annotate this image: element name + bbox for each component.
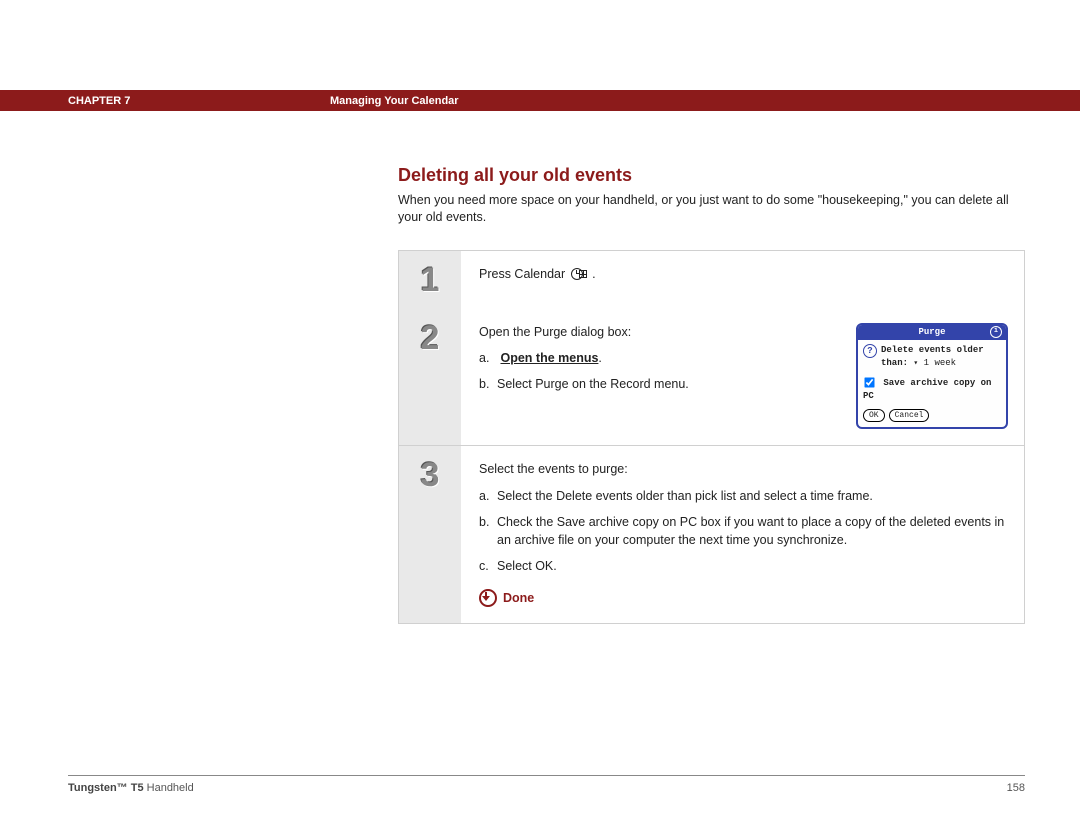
step2-lead: Open the Purge dialog box:: [479, 323, 826, 341]
chapter-header: CHAPTER 7 Managing Your Calendar: [0, 90, 1080, 111]
done-label: Done: [503, 589, 534, 607]
done-arrow-icon: [479, 589, 497, 607]
step2-a-letter: a.: [479, 349, 497, 367]
purge-ok-button: OK: [863, 409, 885, 423]
done-indicator: Done: [479, 589, 1008, 607]
save-archive-checkbox: [864, 377, 874, 387]
step3-a-text: Select the Delete events older than pick…: [497, 487, 1008, 505]
step2-b-text: Select Purge on the Record menu.: [497, 375, 826, 393]
purge-dialog-screenshot: Purge i ? Delete events older than:: [856, 323, 1008, 430]
info-icon: i: [990, 326, 1002, 338]
open-the-menus-link[interactable]: Open the menus: [500, 351, 598, 365]
step3-c-text: Select OK.: [497, 557, 1008, 575]
purge-dialog-title: Purge: [918, 327, 945, 337]
save-archive-label: Save archive copy on PC: [863, 378, 991, 401]
question-icon: ?: [863, 344, 877, 358]
step2-a-period: .: [598, 351, 601, 365]
page-footer: Tungsten™ T5 Handheld 158: [68, 775, 1025, 794]
step-number-2: 2: [399, 321, 461, 355]
step1-text-post: .: [592, 267, 595, 281]
purge-line1a: Delete events older: [881, 344, 984, 357]
purge-dropdown-value: 1 week: [924, 358, 956, 368]
step-row-1: 1 Press Calendar .: [399, 250, 1025, 309]
section-intro: When you need more space on your handhel…: [398, 192, 1025, 226]
step3-b-letter: b.: [479, 513, 497, 549]
calendar-icon: [571, 267, 587, 281]
steps-table: 1 Press Calendar . 2 Open the Purge dial…: [398, 250, 1025, 624]
step3-b-text: Check the Save archive copy on PC box if…: [497, 513, 1008, 549]
purge-cancel-button: Cancel: [889, 409, 930, 423]
dropdown-icon: ▾: [913, 359, 918, 368]
footer-product-bold: Tungsten™ T5: [68, 782, 144, 794]
step3-c-letter: c.: [479, 557, 497, 575]
page-number: 158: [1007, 782, 1025, 794]
purge-line1b: than:: [881, 358, 908, 368]
step2-b-letter: b.: [479, 375, 497, 393]
chapter-title: Managing Your Calendar: [330, 95, 1080, 107]
footer-product-rest: Handheld: [144, 782, 194, 794]
step-number-3: 3: [399, 458, 461, 492]
step3-lead: Select the events to purge:: [479, 460, 1008, 478]
chapter-label: CHAPTER 7: [0, 95, 330, 107]
step3-a-letter: a.: [479, 487, 497, 505]
step1-text-pre: Press Calendar: [479, 267, 569, 281]
step-row-3: 3 Select the events to purge: a. Select …: [399, 446, 1025, 624]
step-row-2: 2 Open the Purge dialog box: a. Open the…: [399, 309, 1025, 446]
step-number-1: 1: [399, 263, 461, 297]
section-title: Deleting all your old events: [398, 165, 1025, 186]
